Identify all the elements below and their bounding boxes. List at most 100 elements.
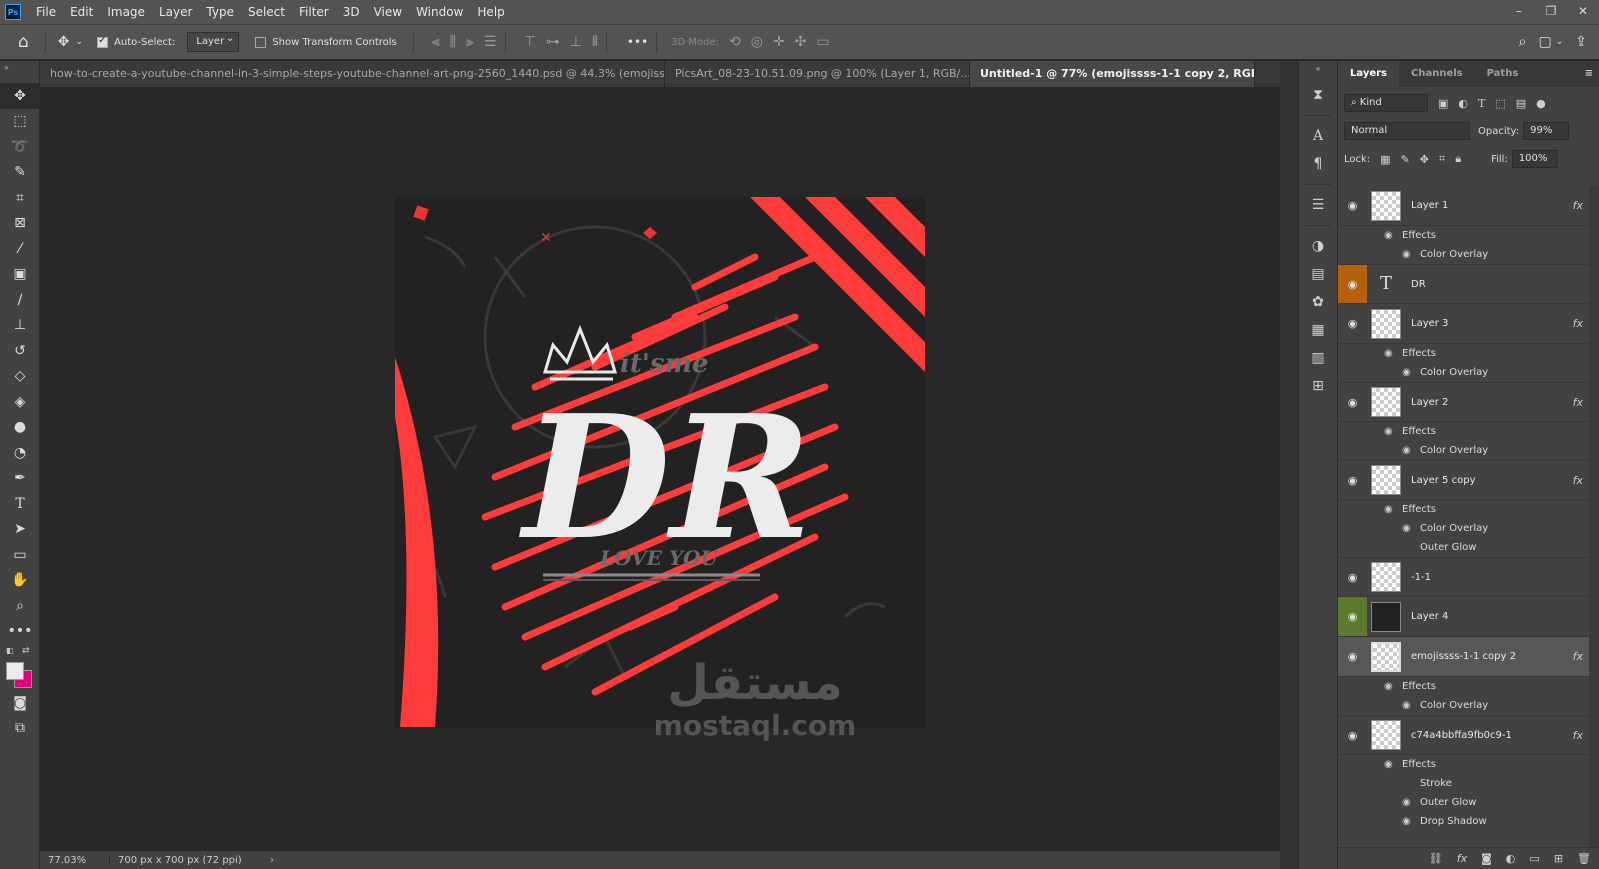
filter-type-icon[interactable]: T (1478, 97, 1485, 110)
menu-window[interactable]: Window (409, 0, 470, 24)
tab-paths[interactable]: Paths (1475, 61, 1531, 87)
layer-row[interactable]: ◉ T DR (1338, 264, 1599, 304)
quick-select-tool-icon[interactable]: ✎ (0, 160, 40, 186)
close-button[interactable]: ✕ (1567, 0, 1599, 24)
document-canvas[interactable]: ✕ it'sme DR LOVE YOU (395, 197, 925, 728)
crop-tool-icon[interactable]: ⌗ (0, 185, 40, 211)
character-panel-icon[interactable]: A (1299, 122, 1337, 150)
eye-icon[interactable]: ◉ (1384, 759, 1396, 770)
align-bottom-icon[interactable]: ⊥ (570, 34, 582, 50)
fx-icon[interactable]: fx (1573, 729, 1583, 742)
swatches-panel-icon[interactable]: ✿ (1299, 288, 1337, 316)
effects-row[interactable]: ◉ Effects (1338, 500, 1599, 519)
3d-roll-icon[interactable]: ◎ (751, 34, 763, 50)
effect-row[interactable]: Outer Glow (1338, 538, 1599, 557)
gradients-panel-icon[interactable]: ▥ (1299, 344, 1337, 372)
effect-row[interactable]: ◉ Color Overlay (1338, 696, 1599, 715)
visibility-eye-icon[interactable]: ◉ (1338, 558, 1367, 596)
brush-tool-icon[interactable]: ∕ (0, 287, 40, 313)
filter-shape-icon[interactable]: ⬚ (1495, 97, 1505, 110)
effect-row[interactable]: ◉ Color Overlay (1338, 363, 1599, 382)
align-top-icon[interactable]: ⊤ (524, 34, 536, 50)
lock-transparent-icon[interactable]: ▦ (1380, 153, 1390, 166)
pen-tool-icon[interactable]: ✒ (0, 466, 40, 492)
lock-image-icon[interactable]: ✎ (1401, 153, 1410, 166)
add-style-icon[interactable]: fx (1457, 852, 1467, 865)
quick-mask-icon[interactable]: ◙ (0, 690, 40, 716)
minimize-button[interactable]: – (1503, 0, 1535, 24)
history-brush-tool-icon[interactable]: ↺ (0, 338, 40, 364)
effect-row[interactable]: Stroke (1338, 774, 1599, 793)
menu-type[interactable]: Type (199, 0, 241, 24)
distribute-vertical-icon[interactable]: ⫴ (592, 34, 598, 50)
fx-icon[interactable]: fx (1573, 650, 1583, 663)
effects-row[interactable]: ◉ Effects (1338, 226, 1599, 245)
3d-pan-icon[interactable]: ✛ (773, 34, 785, 50)
layer-row[interactable]: ◉ -1-1 (1338, 557, 1599, 597)
align-middle-icon[interactable]: ⊶ (546, 34, 560, 50)
eye-icon[interactable]: ◉ (1402, 797, 1414, 808)
share-icon[interactable]: ⇪ (1575, 34, 1587, 50)
layer-row[interactable]: ◉ Layer 1 fx ⌃ (1338, 186, 1599, 226)
lasso-tool-icon[interactable]: ➰ (0, 134, 40, 160)
tab-youtube-psd[interactable]: how-to-create-a-youtube-channel-in-3-sim… (40, 61, 665, 87)
default-colors-icon[interactable]: ◧ (6, 646, 14, 655)
blur-tool-icon[interactable]: ● (0, 415, 40, 441)
clone-stamp-tool-icon[interactable]: ⊥ (0, 313, 40, 339)
menu-view[interactable]: View (367, 0, 409, 24)
swap-colors-icon[interactable]: ⇄ (22, 646, 30, 656)
effect-row[interactable]: ◉ Outer Glow (1338, 793, 1599, 812)
layers-scrollbar[interactable] (1589, 186, 1599, 848)
fx-icon[interactable]: fx (1573, 396, 1583, 409)
adjustments-panel-icon[interactable]: ☰ (1299, 191, 1337, 219)
filter-pixel-icon[interactable]: ▣ (1438, 97, 1448, 110)
status-arrow-icon[interactable]: › (270, 855, 274, 866)
effects-row[interactable]: ◉ Effects (1338, 344, 1599, 363)
effect-row[interactable]: ◉ Color Overlay (1338, 245, 1599, 264)
effects-row[interactable]: ◉ Effects (1338, 422, 1599, 441)
path-selection-tool-icon[interactable]: ➤ (0, 517, 40, 543)
new-layer-icon[interactable]: ⊞ (1554, 852, 1563, 865)
more-options-icon[interactable]: ••• (627, 35, 648, 49)
effect-row[interactable]: ◉ Drop Shadow (1338, 812, 1599, 831)
auto-select-dropdown[interactable]: Layer (187, 30, 240, 52)
menu-3d[interactable]: 3D (336, 0, 367, 24)
dodge-tool-icon[interactable]: ◔ (0, 440, 40, 466)
eye-icon[interactable]: ◉ (1384, 504, 1396, 515)
3d-orbit-icon[interactable]: ⟲ (729, 34, 741, 50)
visibility-eye-icon[interactable]: ◉ (1338, 265, 1367, 303)
effects-row[interactable]: ◉ Effects (1338, 755, 1599, 774)
align-left-icon[interactable]: ⫷ (432, 34, 440, 50)
layer-row[interactable]: ◉ Layer 5 copy fx ⌃ (1338, 460, 1599, 500)
auto-select-checkbox[interactable] (97, 35, 112, 49)
3d-camera-icon[interactable]: ▭ (816, 34, 829, 50)
layer-row[interactable]: ◉ Layer 3 fx ⌃ (1338, 304, 1599, 344)
layer-row[interactable]: ◉ Layer 2 fx ⌃ (1338, 382, 1599, 422)
kind-filter-dropdown[interactable]: ⌕ Kind (1344, 94, 1428, 112)
eye-icon[interactable]: ◉ (1384, 681, 1396, 692)
search-icon[interactable]: ⌕ (1519, 34, 1527, 50)
layer-row[interactable]: ◉ Layer 4 (1338, 597, 1599, 637)
tab-channels[interactable]: Channels (1399, 61, 1475, 87)
effects-row[interactable]: ◉ Effects (1338, 677, 1599, 696)
menu-image[interactable]: Image (100, 0, 152, 24)
eye-icon[interactable]: ◉ (1402, 367, 1414, 378)
menu-filter[interactable]: Filter (292, 0, 336, 24)
visibility-eye-icon[interactable]: ◉ (1338, 383, 1367, 421)
workspace-icon[interactable]: ▢ (1538, 34, 1551, 50)
layer-row-selected[interactable]: ◉ emojissss-1-1 copy 2 fx ⌃ (1338, 637, 1599, 677)
eye-icon[interactable]: ◉ (1402, 700, 1414, 711)
patterns-panel-icon[interactable]: ▦ (1299, 316, 1337, 344)
menu-file[interactable]: File (29, 0, 63, 24)
zoom-level[interactable]: 77.03% (40, 854, 110, 866)
hand-tool-icon[interactable]: ✋ (0, 568, 40, 594)
blend-mode-dropdown[interactable]: Normal (1344, 122, 1470, 140)
grid-panel-icon[interactable]: ⊞ (1299, 372, 1337, 400)
filter-toggle-icon[interactable]: ● (1536, 97, 1546, 110)
chevron-down-icon[interactable]: ⌄ (1556, 37, 1564, 47)
trash-icon[interactable]: 🗑︎ (1577, 852, 1591, 865)
lock-artboard-icon[interactable]: ⌗ (1439, 152, 1445, 166)
panel-menu-icon[interactable]: ≡ (1585, 61, 1599, 87)
zoom-tool-icon[interactable]: ⌕ (0, 593, 40, 619)
effect-row[interactable]: ◉ Color Overlay (1338, 519, 1599, 538)
